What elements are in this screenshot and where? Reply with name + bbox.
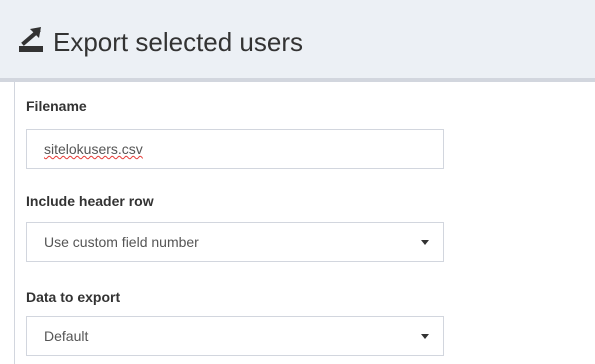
data-to-export-select[interactable]: Default [26,316,444,356]
data-to-export-label: Data to export [26,289,121,305]
filename-input[interactable]: sitelokusers.csv [26,129,444,169]
filename-value: sitelokusers.csv [44,141,143,157]
data-to-export-selected: Default [44,328,89,344]
page-title: Export selected users [53,27,304,57]
filename-label: Filename [26,98,87,114]
export-dialog: Export selected users Filename sitelokus… [0,0,595,364]
chevron-down-icon [421,240,429,245]
chevron-down-icon [421,334,429,339]
page-header: Export selected users [0,0,595,78]
header-row-label: Include header row [26,193,154,209]
export-icon [19,27,43,52]
header-row-selected: Use custom field number [44,234,199,250]
header-row-select[interactable]: Use custom field number [26,222,444,262]
